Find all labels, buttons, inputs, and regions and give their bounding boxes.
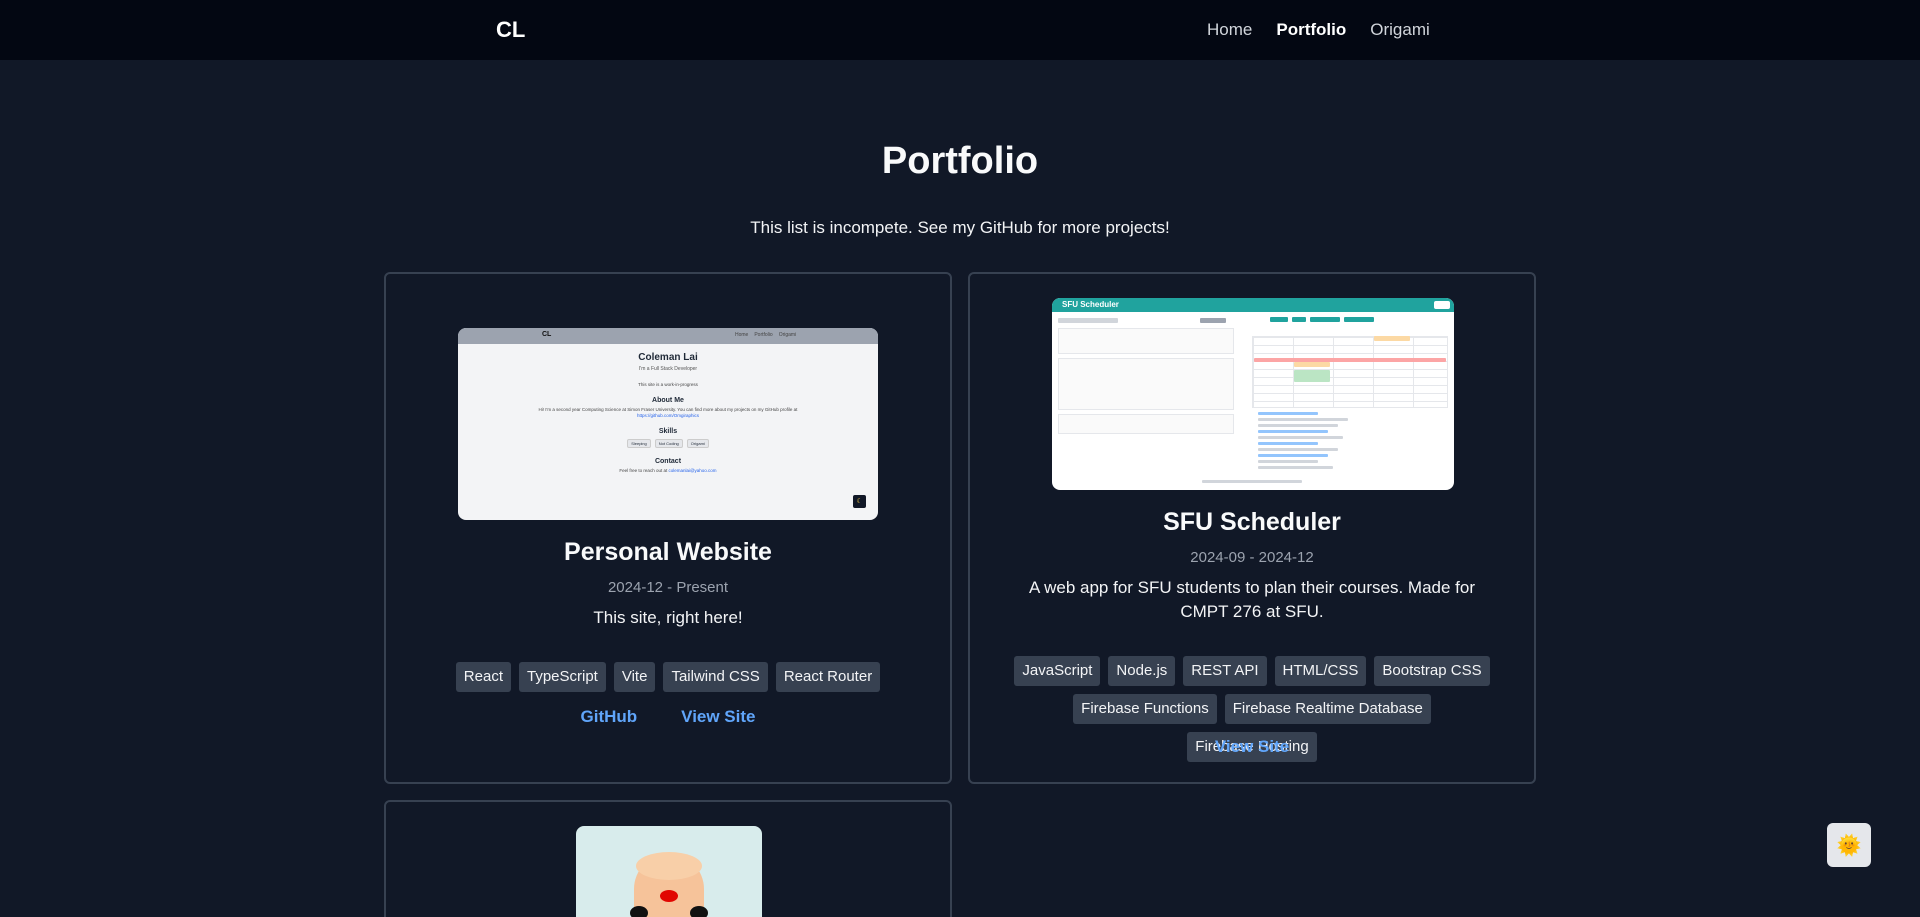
origami-eye: [690, 906, 708, 917]
preview-course-panel: [1058, 358, 1234, 410]
preview-text-line: [1258, 412, 1318, 415]
project-date-text: 2024-09 - 2024-12: [1190, 549, 1314, 566]
preview-text-line: [1258, 424, 1338, 427]
nav-link-origami[interactable]: Origami: [1370, 20, 1430, 40]
preview-nav-portfolio: Portfolio: [754, 332, 773, 338]
preview-search-button: [1200, 318, 1226, 323]
preview-logo: CL: [542, 331, 552, 338]
preview-body: Coleman Lai I'm a Full Stack Developer T…: [458, 352, 878, 473]
preview-course-panel: [1058, 328, 1234, 354]
tag: React Router: [775, 662, 881, 692]
project-links: GitHub View Site: [386, 707, 950, 727]
preview-about-link: https://github.com/Omgiraphics: [636, 413, 700, 418]
tag: REST API: [1183, 656, 1267, 686]
project-date: 2024-12 - Present: [386, 579, 950, 597]
view-site-link[interactable]: View Site: [681, 707, 755, 727]
project-title: Personal Website: [386, 538, 950, 567]
tag: Vite: [613, 662, 656, 692]
preview-search-bar: [1058, 318, 1118, 323]
preview-skills: Sleeping Not Coding Origami: [458, 439, 878, 448]
origami-red-dot: [660, 890, 678, 902]
preview-calendar-event: [1374, 336, 1410, 341]
preview-toolbar-button: [1270, 317, 1288, 322]
preview-navbar: CL Home Portfolio Origami: [458, 328, 878, 344]
project-description: This site, right here!: [593, 608, 743, 627]
tag: Tailwind CSS: [663, 662, 768, 692]
github-link[interactable]: GitHub: [581, 707, 638, 727]
preview-text-line: [1258, 430, 1328, 433]
navbar: CL Home Portfolio Origami: [0, 0, 1920, 60]
preview-calendar-event: [1294, 370, 1330, 382]
preview-text-line: [1258, 454, 1328, 457]
project-tags: React TypeScript Vite Tailwind CSS React…: [386, 662, 950, 692]
origami-head-top: [636, 852, 702, 880]
tag: JavaScript: [1014, 656, 1101, 686]
nav-link-portfolio[interactable]: Portfolio: [1276, 20, 1346, 40]
site-logo[interactable]: CL: [496, 17, 525, 43]
preview-text-line: [1258, 436, 1343, 439]
preview-text-line: [1258, 418, 1348, 421]
preview-calendar-event: [1254, 358, 1446, 362]
preview-contact-heading: Contact: [654, 458, 682, 465]
preview-footer-line: [1202, 480, 1302, 483]
preview-text-line: [1258, 466, 1333, 469]
tag: HTML/CSS: [1274, 656, 1367, 686]
tag: Bootstrap CSS: [1374, 656, 1490, 686]
project-screenshot: [576, 826, 762, 917]
preview-text-line: [1258, 448, 1338, 451]
project-card-sfu-scheduler: SFU Scheduler SFU Scheduler 2024-09 - 20…: [968, 272, 1536, 784]
preview-course-panel: [1058, 414, 1234, 434]
project-title: SFU Scheduler: [970, 508, 1534, 537]
preview-role: I'm a Full Stack Developer: [638, 366, 698, 372]
sun-face-icon: 🌞: [1836, 834, 1862, 857]
project-card-origami: [384, 800, 952, 917]
preview-wip: This site is a work-in-progress: [638, 382, 698, 387]
preview-skills-heading: Skills: [658, 428, 678, 435]
page-title: Portfolio: [881, 140, 1039, 182]
preview-toolbar-button: [1310, 317, 1340, 322]
nav-links: Home Portfolio Origami: [1207, 20, 1430, 40]
project-title-text: Personal Website: [564, 538, 772, 566]
preview-toolbar-button: [1292, 317, 1306, 322]
project-screenshot: SFU Scheduler: [1052, 298, 1454, 490]
project-screenshot: CL Home Portfolio Origami Coleman Lai I'…: [458, 328, 878, 520]
tag: TypeScript: [518, 662, 606, 692]
preview-app-header: SFU Scheduler: [1052, 298, 1454, 312]
tag: Firebase Functions: [1073, 694, 1217, 724]
project-description: A web app for SFU students to plan their…: [1028, 578, 1475, 621]
nav-link-home[interactable]: Home: [1207, 20, 1252, 40]
project-links: View Site: [970, 737, 1534, 757]
preview-skill: Origami: [686, 439, 709, 448]
tag: Node.js: [1108, 656, 1176, 686]
preview-skill: Sleeping: [627, 439, 651, 448]
preview-name: Coleman Lai: [638, 352, 698, 363]
preview-nav-home: Home: [735, 332, 749, 338]
project-date-text: 2024-12 - Present: [607, 579, 729, 596]
origami-eye: [630, 906, 648, 917]
preview-about-text: Hi! I'm a second year Computing Science …: [538, 407, 798, 412]
preview-moon-icon: ☾: [853, 495, 866, 508]
preview-skill: Not Coding: [654, 439, 683, 448]
page-subtitle: This list is incompete. See my GitHub fo…: [750, 218, 1170, 237]
preview-about-heading: About Me: [652, 397, 684, 404]
preview-calendar-grid: [1252, 336, 1448, 408]
preview-contact-email: colemanlai@yahoo.com: [668, 468, 717, 473]
tag: React: [455, 662, 511, 692]
preview-contact-text: Feel free to reach out at: [619, 468, 668, 473]
preview-text-line: [1258, 460, 1318, 463]
preview-calendar-event: [1294, 362, 1330, 367]
preview-nav-links: Home Portfolio Origami: [735, 332, 796, 338]
view-site-link[interactable]: View Site: [1215, 737, 1289, 757]
theme-toggle-button[interactable]: 🌞: [1827, 823, 1871, 867]
preview-toolbar-button: [1344, 317, 1374, 322]
preview-text-line: [1258, 442, 1318, 445]
preview-header-button: [1434, 301, 1450, 309]
tag: Firebase Realtime Database: [1224, 694, 1431, 724]
preview-app-title: SFU Scheduler: [1062, 300, 1119, 309]
project-date: 2024-09 - 2024-12: [970, 549, 1534, 567]
preview-nav-origami: Origami: [778, 332, 797, 338]
project-card-personal-website: CL Home Portfolio Origami Coleman Lai I'…: [384, 272, 952, 784]
project-title-text: SFU Scheduler: [1163, 508, 1341, 536]
preview-contact: Feel free to reach out at colemanlai@yah…: [458, 468, 878, 473]
